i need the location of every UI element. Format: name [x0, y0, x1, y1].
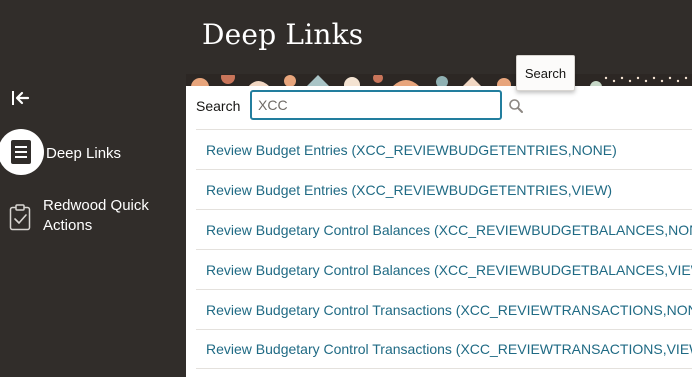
sidebar-item-label: Redwood Quick Actions [43, 197, 149, 234]
search-label: Search [196, 98, 241, 114]
search-tooltip: Search [516, 55, 575, 91]
deep-link[interactable]: Review Budget Entries (XCC_REVIEWBUDGETE… [206, 142, 617, 158]
search-input[interactable] [250, 90, 502, 120]
deep-link[interactable]: Review Budgetary Control Transactions (X… [206, 302, 692, 318]
list-item: Review Budgetary Control Balances (XCC_R… [196, 249, 692, 289]
sidebar-item-deep-links[interactable]: Deep Links [0, 129, 186, 177]
list-item: Review Budget Entries (XCC_REVIEWBUDGETE… [196, 169, 692, 209]
document-list-icon [0, 129, 44, 175]
deep-link[interactable]: Review Budget Entries (XCC_REVIEWBUDGETE… [206, 182, 612, 198]
deep-link[interactable]: Review Budgetary Control Balances (XCC_R… [206, 262, 692, 278]
search-icon[interactable] [508, 98, 524, 114]
collapse-sidebar-icon[interactable] [10, 88, 32, 108]
deep-link[interactable]: Review Budgetary Control Transactions (X… [206, 341, 692, 357]
clipboard-check-icon [8, 203, 32, 236]
deep-links-results: Review Budget Entries (XCC_REVIEWBUDGETE… [196, 129, 692, 369]
list-item: Review Budgetary Control Transactions (X… [196, 329, 692, 369]
sidebar-item-label: Deep Links [46, 145, 122, 162]
sidebar-item-redwood-quick-actions[interactable]: Redwood Quick Actions [0, 195, 186, 239]
list-item: Review Budget Entries (XCC_REVIEWBUDGETE… [196, 129, 692, 169]
deep-link[interactable]: Review Budgetary Control Balances (XCC_R… [206, 222, 692, 238]
list-item: Review Budgetary Control Transactions (X… [196, 289, 692, 329]
decorative-banner [186, 74, 692, 86]
page-title: Deep Links [202, 18, 364, 51]
list-item: Review Budgetary Control Balances (XCC_R… [196, 209, 692, 249]
